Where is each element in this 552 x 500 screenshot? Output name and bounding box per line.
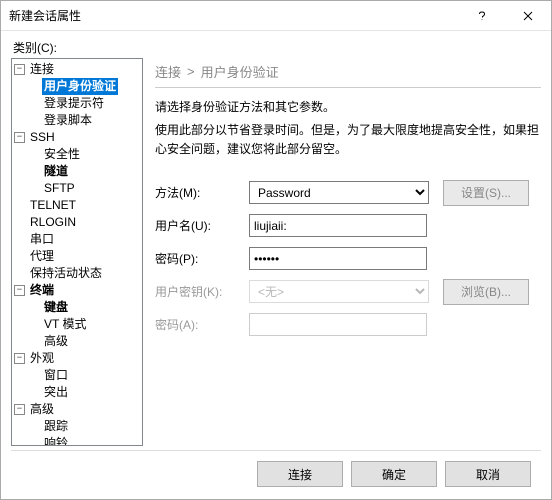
- chevron-right-icon: >: [187, 64, 195, 79]
- tree-item-label: 代理: [28, 248, 56, 265]
- tree-item-label: 用户身份验证: [42, 78, 118, 95]
- label-userkey: 用户密钥(K):: [155, 283, 249, 300]
- close-icon[interactable]: [505, 1, 551, 30]
- row-method: 方法(M): Password 设置(S)...: [155, 181, 541, 204]
- input-password[interactable]: [249, 247, 427, 270]
- window-controls: [459, 1, 551, 30]
- tree-item-19[interactable]: 突出: [14, 384, 142, 401]
- ok-button[interactable]: 确定: [351, 461, 437, 487]
- window-title: 新建会话属性: [9, 7, 459, 24]
- tree-item-label: 高级: [42, 333, 70, 350]
- tree-item-3[interactable]: 登录脚本: [14, 112, 142, 129]
- tree-item-6[interactable]: 隧道: [14, 163, 142, 180]
- category-tree[interactable]: −连接用户身份验证登录提示符登录脚本−SSH安全性隧道SFTPTELNETRLO…: [11, 58, 143, 446]
- tree-item-11[interactable]: 代理: [14, 248, 142, 265]
- tree-twisty-icon[interactable]: −: [14, 285, 25, 296]
- tree-item-label: 终端: [28, 282, 56, 299]
- tree-item-20[interactable]: −高级: [14, 401, 142, 418]
- tree-twisty-icon[interactable]: −: [14, 404, 25, 415]
- tree-item-label: SFTP: [42, 180, 77, 197]
- tree-item-label: 高级: [28, 401, 56, 418]
- label-username: 用户名(U):: [155, 217, 249, 234]
- tree-item-label: 窗口: [42, 367, 70, 384]
- tree-item-14[interactable]: 键盘: [14, 299, 142, 316]
- tree-item-label: SSH: [28, 129, 57, 146]
- tree-item-label: 连接: [28, 61, 56, 78]
- label-password: 密码(P):: [155, 250, 249, 267]
- tree-item-18[interactable]: 窗口: [14, 367, 142, 384]
- tree-twisty-icon[interactable]: −: [14, 353, 25, 364]
- connect-button[interactable]: 连接: [257, 461, 343, 487]
- tree-item-2[interactable]: 登录提示符: [14, 95, 142, 112]
- dialog-window: 新建会话属性 类别(C): −连接用户身份验证登录提示符登录脚本−SSH安全性隧…: [0, 0, 552, 500]
- titlebar: 新建会话属性: [1, 1, 551, 31]
- tree-item-label: TELNET: [28, 197, 78, 214]
- tree-item-1[interactable]: 用户身份验证: [14, 78, 142, 95]
- tree-item-10[interactable]: 串口: [14, 231, 142, 248]
- tree-item-label: 安全性: [42, 146, 82, 163]
- settings-button[interactable]: 设置(S)...: [443, 180, 529, 206]
- tree-item-label: RLOGIN: [28, 214, 78, 231]
- help-icon[interactable]: [459, 1, 505, 30]
- tree-item-21[interactable]: 跟踪: [14, 418, 142, 435]
- description-2: 使用此部分以节省登录时间。但是，为了最大限度地提高安全性，如果担心安全问题，建议…: [155, 121, 541, 159]
- tree-item-15[interactable]: VT 模式: [14, 316, 142, 333]
- row-password: 密码(P):: [155, 247, 541, 270]
- tree-twisty-icon[interactable]: −: [14, 132, 25, 143]
- tree-item-0[interactable]: −连接: [14, 61, 142, 78]
- right-pane: 连接 > 用户身份验证 请选择身份验证方法和其它参数。 使用此部分以节省登录时间…: [143, 58, 541, 446]
- row-password2: 密码(A):: [155, 313, 541, 336]
- tree-item-label: 登录提示符: [42, 95, 106, 112]
- tree-item-label: 串口: [28, 231, 56, 248]
- tree-item-4[interactable]: −SSH: [14, 129, 142, 146]
- description-1: 请选择身份验证方法和其它参数。: [155, 98, 541, 115]
- dialog-body: 类别(C): −连接用户身份验证登录提示符登录脚本−SSH安全性隧道SFTPTE…: [1, 31, 551, 499]
- tree-item-label: 响铃: [42, 435, 70, 446]
- breadcrumb-leaf: 用户身份验证: [201, 62, 279, 81]
- tree-item-16[interactable]: 高级: [14, 333, 142, 350]
- tree-item-label: 外观: [28, 350, 56, 367]
- tree-item-label: 隧道: [42, 163, 70, 180]
- tree-item-label: 登录脚本: [42, 112, 94, 129]
- breadcrumb-root: 连接: [155, 62, 181, 81]
- tree-item-8[interactable]: TELNET: [14, 197, 142, 214]
- tree-item-9[interactable]: RLOGIN: [14, 214, 142, 231]
- tree-item-17[interactable]: −外观: [14, 350, 142, 367]
- dialog-footer: 连接 确定 取消: [11, 451, 541, 499]
- tree-item-label: 突出: [42, 384, 70, 401]
- row-username: 用户名(U):: [155, 214, 541, 237]
- tree-item-22[interactable]: 响铃: [14, 435, 142, 446]
- row-userkey: 用户密钥(K): <无> 浏览(B)...: [155, 280, 541, 303]
- main-row: −连接用户身份验证登录提示符登录脚本−SSH安全性隧道SFTPTELNETRLO…: [11, 58, 541, 446]
- cancel-button[interactable]: 取消: [445, 461, 531, 487]
- browse-button: 浏览(B)...: [443, 279, 529, 305]
- tree-item-label: VT 模式: [42, 316, 88, 333]
- label-password2: 密码(A):: [155, 316, 249, 333]
- tree-item-7[interactable]: SFTP: [14, 180, 142, 197]
- input-password2: [249, 313, 427, 336]
- input-username[interactable]: [249, 214, 427, 237]
- tree-item-label: 跟踪: [42, 418, 70, 435]
- breadcrumb: 连接 > 用户身份验证: [155, 58, 541, 87]
- category-label: 类别(C):: [13, 39, 541, 56]
- tree-twisty-icon[interactable]: −: [14, 64, 25, 75]
- tree-item-5[interactable]: 安全性: [14, 146, 142, 163]
- tree-item-label: 保持活动状态: [28, 265, 104, 282]
- divider: [155, 87, 541, 88]
- label-method: 方法(M):: [155, 184, 249, 201]
- select-method[interactable]: Password: [249, 181, 429, 204]
- tree-item-label: 键盘: [42, 299, 70, 316]
- tree-item-13[interactable]: −终端: [14, 282, 142, 299]
- select-userkey: <无>: [249, 280, 429, 303]
- tree-item-12[interactable]: 保持活动状态: [14, 265, 142, 282]
